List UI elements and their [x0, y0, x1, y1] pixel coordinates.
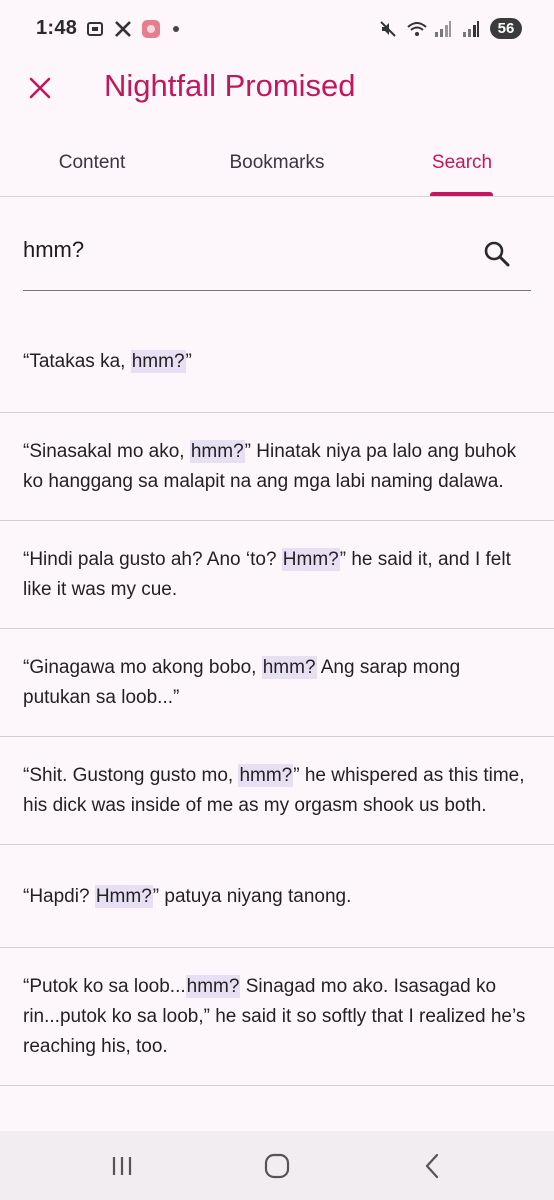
- search-input[interactable]: [23, 228, 463, 272]
- list-item[interactable]: “Shit. Gustong gusto mo, hmm?” he whispe…: [0, 737, 554, 845]
- list-item[interactable]: “Sinasakal mo ako, hmm?” Hinatak niya pa…: [0, 413, 554, 521]
- match-highlight: hmm?: [189, 440, 245, 463]
- search-results-list: “Tatakas ka, hmm?” “Sinasakal mo ako, hm…: [0, 310, 554, 1086]
- match-highlight: Hmm?: [281, 548, 340, 571]
- wifi-icon: [406, 19, 427, 39]
- list-item[interactable]: “Hapdi? Hmm?” patuya niyang tanong.: [0, 845, 554, 948]
- match-highlight: hmm?: [261, 656, 317, 679]
- result-text: “Putok ko sa loob...: [23, 976, 186, 997]
- app-icon: [141, 19, 161, 39]
- screenshot-icon: [85, 19, 105, 39]
- match-highlight: hmm?: [238, 764, 294, 787]
- result-text: “Ginagawa mo akong bobo,: [23, 657, 262, 678]
- home-icon: [264, 1153, 290, 1179]
- tab-search[interactable]: Search: [370, 130, 554, 196]
- result-text: “Hindi pala gusto ah? Ano ‘to?: [23, 549, 282, 570]
- result-text: “Sinasakal mo ako,: [23, 441, 190, 462]
- match-highlight: hmm?: [185, 975, 241, 998]
- result-text: “Tatakas ka,: [23, 351, 131, 372]
- status-time: 1:48: [36, 17, 78, 39]
- result-text: ” patuya niyang tanong.: [152, 886, 352, 907]
- home-button[interactable]: [255, 1149, 299, 1183]
- search-screen: 1:48 56 Nightfall Promised Content Bookm…: [0, 0, 554, 1200]
- list-item[interactable]: “Hindi pala gusto ah? Ano ‘to? Hmm?” he …: [0, 521, 554, 629]
- list-item[interactable]: “Ginagawa mo akong bobo, hmm? Ang sarap …: [0, 629, 554, 737]
- tab-indicator: [430, 192, 493, 196]
- recents-button[interactable]: [100, 1149, 144, 1183]
- search-icon: [484, 241, 510, 267]
- result-text: ”: [185, 351, 192, 372]
- signal-icon: [434, 19, 454, 39]
- tab-bookmarks[interactable]: Bookmarks: [184, 130, 370, 196]
- back-button[interactable]: [410, 1149, 454, 1183]
- signal-icon: [462, 19, 482, 39]
- back-icon: [425, 1153, 439, 1179]
- status-bar: 1:48 56: [0, 0, 554, 60]
- system-nav-bar: [0, 1131, 554, 1200]
- recents-icon: [112, 1157, 132, 1175]
- tab-content[interactable]: Content: [0, 130, 184, 196]
- match-highlight: hmm?: [130, 350, 186, 373]
- result-text: “Shit. Gustong gusto mo,: [23, 765, 239, 786]
- page-title: Nightfall Promised: [104, 68, 356, 103]
- list-item[interactable]: “Putok ko sa loob...hmm? Sinagad mo ako.…: [0, 948, 554, 1086]
- close-icon: [29, 77, 51, 99]
- search-field: [23, 220, 531, 291]
- result-text: “Hapdi?: [23, 886, 95, 907]
- match-highlight: Hmm?: [94, 885, 153, 908]
- search-button[interactable]: [481, 238, 513, 270]
- battery-indicator: 56: [490, 18, 522, 39]
- close-button[interactable]: [18, 66, 62, 110]
- list-item[interactable]: “Tatakas ka, hmm?”: [0, 310, 554, 413]
- tab-bar: Content Bookmarks Search: [0, 130, 554, 197]
- x-app-icon: [113, 19, 133, 39]
- top-app-bar: Nightfall Promised: [0, 60, 554, 120]
- mute-icon: [378, 19, 398, 39]
- dot-icon: [173, 25, 180, 32]
